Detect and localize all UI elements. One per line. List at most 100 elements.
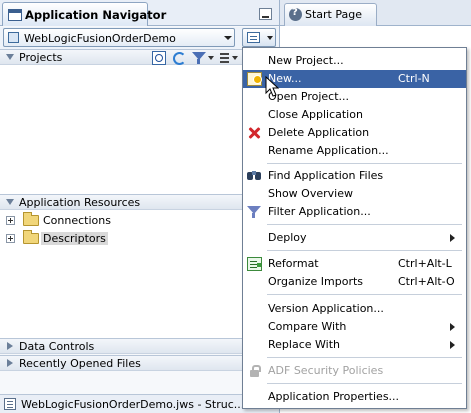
navigator-icon	[8, 9, 22, 21]
search-icon[interactable]	[152, 51, 166, 65]
menu-separator	[267, 383, 462, 384]
menu-item-adf-security-policies: ADF Security Policies	[243, 362, 466, 380]
menu-item-close-application[interactable]: Close Application	[243, 106, 466, 124]
menu-item-label: Version Application...	[268, 302, 384, 315]
menu-item-label: Close Application	[268, 108, 363, 121]
menu-item-organize-imports[interactable]: Organize Imports Ctrl+Alt-O	[243, 273, 466, 291]
menu-item-label: Organize Imports	[268, 275, 364, 288]
tree-row-connections[interactable]: Connections	[0, 212, 279, 229]
chevron-down-icon[interactable]	[208, 56, 214, 60]
application-menu-button[interactable]	[242, 28, 276, 47]
minimize-icon[interactable]	[259, 8, 272, 20]
menu-item-label: Find Application Files	[268, 169, 384, 182]
mouse-cursor-icon	[265, 76, 279, 97]
application-resources-label: Application Resources	[19, 196, 141, 209]
structure-tab[interactable]: WebLogicFusionOrderDemo.jws - Struc...	[0, 394, 279, 413]
expand-triangle-icon[interactable]	[7, 359, 13, 367]
menu-item-label: Compare With	[268, 320, 347, 333]
menu-item-label: Reformat	[268, 257, 319, 270]
menu-item-new-project[interactable]: New Project...	[243, 52, 466, 70]
menu-item-label: Delete Application	[268, 126, 370, 139]
menu-separator	[267, 163, 462, 164]
menu-item-version-application[interactable]: Version Application...	[243, 300, 466, 318]
tree-label: Connections	[43, 214, 111, 227]
menu-separator	[267, 294, 462, 295]
menu-item-reformat[interactable]: Reformat Ctrl+Alt-L	[243, 255, 466, 273]
menu-item-rename-application[interactable]: Rename Application...	[243, 142, 466, 160]
menu-item-accelerator: Ctrl+Alt-L	[398, 257, 452, 270]
menu-item-compare-with[interactable]: Compare With	[243, 318, 466, 336]
structure-tab-label: WebLogicFusionOrderDemo.jws - Struc...	[21, 398, 245, 411]
menu-item-label: Open Project...	[268, 90, 350, 103]
expand-icon[interactable]	[6, 234, 15, 243]
folder-icon	[23, 230, 39, 244]
application-selector-row: WebLogicFusionOrderDemo	[0, 27, 279, 49]
new-gallery-icon	[247, 72, 262, 86]
collapse-triangle-icon[interactable]	[6, 199, 14, 205]
menu-item-filter-application[interactable]: Filter Application...	[243, 203, 466, 221]
chevron-down-icon	[224, 36, 232, 40]
menu-item-show-overview[interactable]: Show Overview	[243, 185, 466, 203]
navigator-title: Application Navigator	[25, 8, 167, 22]
expand-icon[interactable]	[6, 216, 15, 225]
menu-item-delete-application[interactable]: Delete Application	[243, 124, 466, 142]
refresh-icon[interactable]	[172, 51, 186, 65]
menu-item-accelerator: Ctrl+Alt-O	[398, 275, 455, 288]
application-resources-tree: Connections Descriptors	[0, 210, 279, 338]
application-context-menu: New Project... New... Ctrl-N Open Projec…	[242, 47, 467, 409]
menu-item-application-properties[interactable]: Application Properties...	[243, 388, 466, 406]
recently-opened-files-label: Recently Opened Files	[19, 357, 141, 370]
recently-opened-files-section-header[interactable]: Recently Opened Files	[0, 355, 279, 371]
menu-separator	[267, 357, 462, 358]
application-menu-icon	[247, 32, 260, 43]
menu-item-label: Replace With	[268, 338, 340, 351]
menu-item-label: Deploy	[268, 231, 307, 244]
menu-item-label: Show Overview	[268, 187, 353, 200]
application-selector-value: WebLogicFusionOrderDemo	[24, 32, 176, 45]
lock-icon	[247, 364, 262, 378]
application-navigator-tab[interactable]: Application Navigator	[2, 2, 166, 26]
filter-icon[interactable]	[192, 51, 206, 65]
tree-row-descriptors[interactable]: Descriptors	[0, 230, 279, 247]
application-selector[interactable]: WebLogicFusionOrderDemo	[3, 28, 235, 47]
chevron-down-icon[interactable]	[232, 56, 238, 60]
folder-icon	[23, 212, 39, 226]
projects-tree[interactable]	[0, 65, 279, 194]
help-icon	[289, 7, 302, 21]
submenu-arrow-icon	[450, 234, 455, 242]
menu-separator	[267, 224, 462, 225]
delete-icon	[247, 126, 262, 140]
menu-item-label: Application Properties...	[268, 390, 400, 403]
data-controls-label: Data Controls	[19, 340, 95, 353]
menu-item-label: ADF Security Policies	[268, 364, 384, 377]
filter-icon	[247, 205, 262, 219]
projects-label: Projects	[19, 51, 63, 64]
submenu-arrow-icon	[450, 323, 455, 331]
tab-label: Start Page	[305, 8, 362, 21]
editor-tab-bar: Start Page	[279, 0, 471, 26]
expand-triangle-icon[interactable]	[7, 342, 13, 350]
tab-start-page[interactable]: Start Page	[284, 3, 377, 26]
chevron-down-icon	[267, 36, 273, 40]
menu-item-label: New Project...	[268, 54, 344, 67]
menu-item-label: Rename Application...	[268, 144, 389, 157]
menu-separator	[267, 250, 462, 251]
menu-item-label: Filter Application...	[268, 205, 371, 218]
sort-icon[interactable]	[218, 51, 232, 65]
application-navigator-panel: Application Navigator WebLogicFusionOrde…	[0, 0, 279, 413]
submenu-arrow-icon	[450, 341, 455, 349]
reformat-icon	[247, 257, 262, 271]
menu-item-replace-with[interactable]: Replace With	[243, 336, 466, 354]
application-icon	[8, 32, 19, 43]
collapse-triangle-icon[interactable]	[6, 54, 14, 60]
structure-icon	[4, 398, 16, 410]
tree-label: Descriptors	[41, 232, 108, 245]
binoculars-icon	[247, 169, 262, 183]
menu-item-deploy[interactable]: Deploy	[243, 229, 466, 247]
application-resources-section-header[interactable]: Application Resources	[0, 194, 279, 210]
data-controls-section-header[interactable]: Data Controls	[0, 338, 279, 354]
navigator-tab-bar: Application Navigator	[0, 0, 279, 26]
projects-section-header[interactable]: Projects	[0, 49, 279, 65]
menu-item-find-application-files[interactable]: Find Application Files	[243, 167, 466, 185]
menu-item-accelerator: Ctrl-N	[398, 72, 430, 85]
